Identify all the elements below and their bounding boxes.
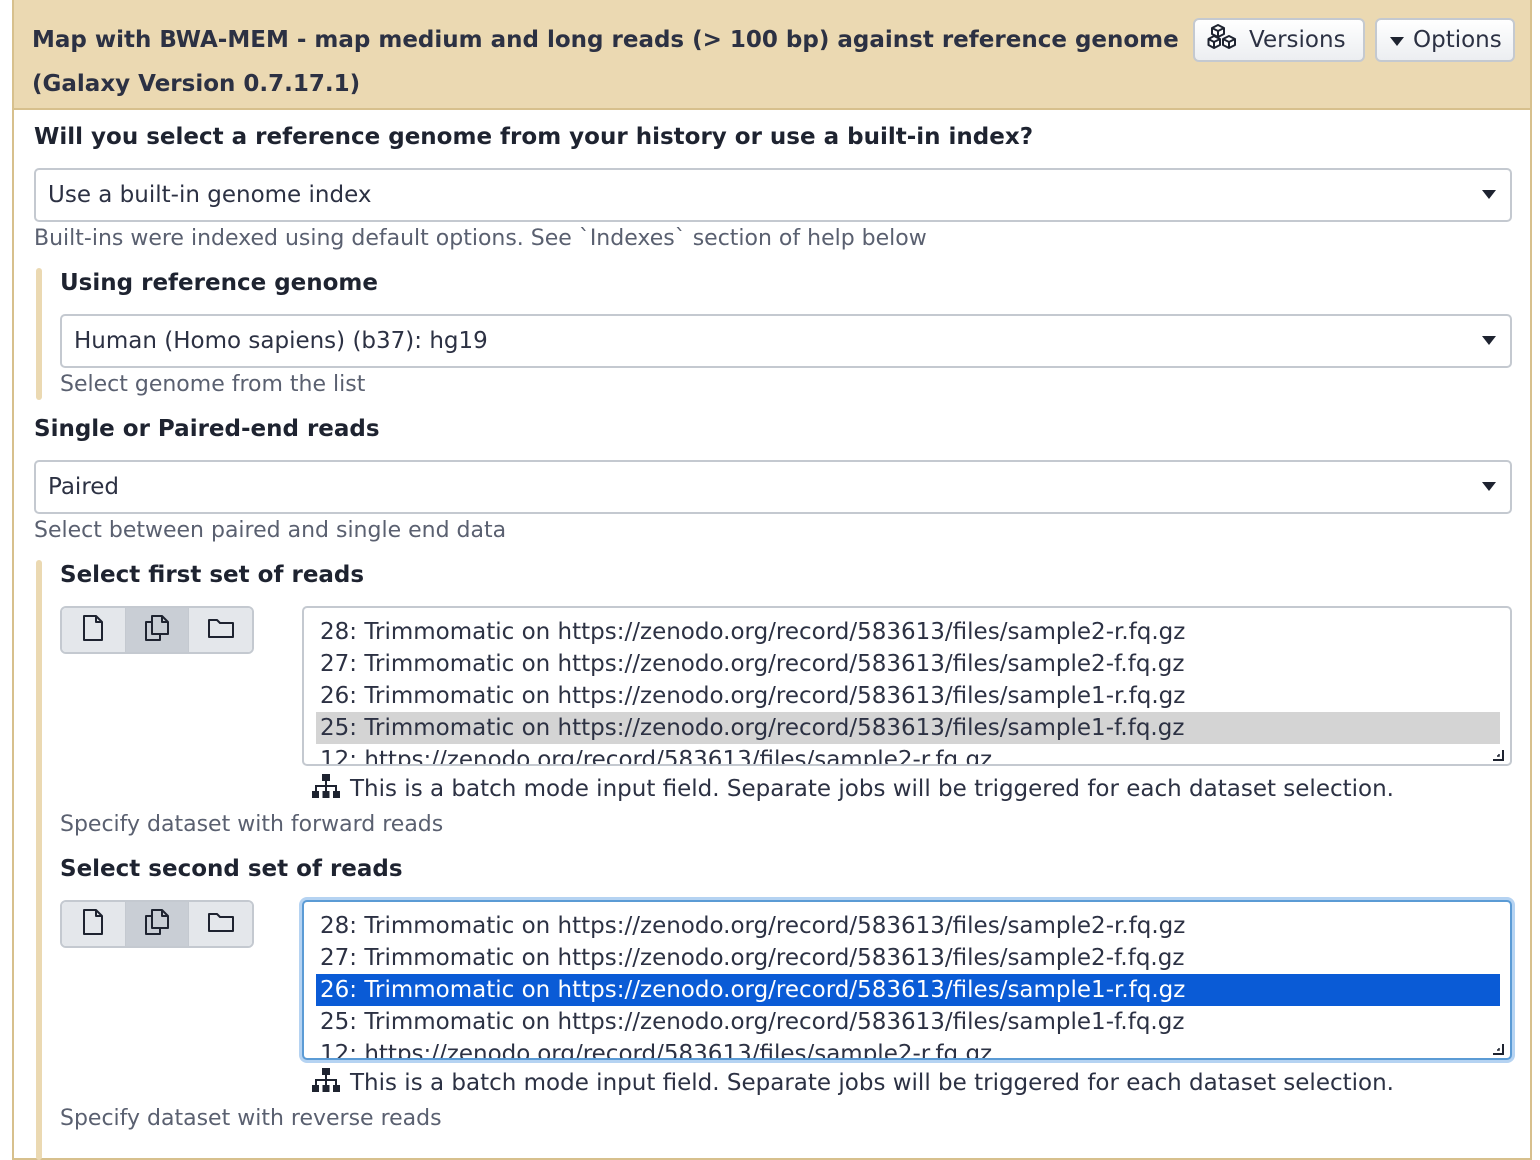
caret-down-icon <box>1482 336 1496 345</box>
list-option[interactable]: 28: Trimmomatic on https://zenodo.org/re… <box>316 616 1500 648</box>
batch-note-text: This is a batch mode input field. Separa… <box>350 776 1394 802</box>
read-type-label: Single or Paired-end reads <box>34 416 380 442</box>
list-option[interactable]: 26: Trimmomatic on https://zenodo.org/re… <box>316 680 1500 712</box>
read-type-help: Select between paired and single end dat… <box>34 518 507 543</box>
dataset-collection-button[interactable] <box>189 902 252 946</box>
files-icon <box>144 909 170 939</box>
files-icon <box>144 615 170 645</box>
list-option[interactable]: 25: Trimmomatic on https://zenodo.org/re… <box>316 1006 1500 1038</box>
list-option[interactable]: 27: Trimmomatic on https://zenodo.org/re… <box>316 942 1500 974</box>
reference-genome-select[interactable]: Human (Homo sapiens) (b37): hg19 <box>60 314 1512 368</box>
second-reads-batch-note: This is a batch mode input field. Separa… <box>312 1068 1394 1098</box>
dataset-collection-button[interactable] <box>189 608 252 652</box>
reference-genome-label: Using reference genome <box>60 270 379 296</box>
versions-label: Versions <box>1249 27 1346 53</box>
folder-icon <box>207 617 234 643</box>
second-reads-help: Specify dataset with reverse reads <box>60 1106 442 1131</box>
caret-down-icon <box>1482 190 1496 199</box>
section-indent-bar <box>36 268 42 400</box>
read-type-value: Paired <box>48 474 120 500</box>
batch-note-text: This is a batch mode input field. Separa… <box>350 1070 1394 1096</box>
first-reads-listbox[interactable]: 28: Trimmomatic on https://zenodo.org/re… <box>302 606 1512 766</box>
list-option[interactable]: 12: https://zenodo.org/record/583613/fil… <box>316 744 1500 764</box>
caret-down-icon <box>1389 27 1405 53</box>
list-option-selected[interactable]: 26: Trimmomatic on https://zenodo.org/re… <box>316 974 1500 1006</box>
list-option[interactable]: 28: Trimmomatic on https://zenodo.org/re… <box>316 910 1500 942</box>
reference-source-label: Will you select a reference genome from … <box>34 124 1034 150</box>
sitemap-icon <box>312 1068 340 1098</box>
section-indent-bar <box>36 560 42 1160</box>
reference-genome-help: Select genome from the list <box>60 372 366 397</box>
second-reads-listbox[interactable]: 28: Trimmomatic on https://zenodo.org/re… <box>302 900 1512 1060</box>
folder-icon <box>207 911 234 937</box>
reference-source-select[interactable]: Use a built-in genome index <box>34 168 1512 222</box>
tool-title: Map with BWA-MEM - map medium and long r… <box>32 27 1179 97</box>
multiple-datasets-button[interactable] <box>125 902 190 946</box>
second-reads-mode-group <box>60 900 254 948</box>
resize-handle-icon[interactable] <box>1492 746 1504 761</box>
sitemap-icon <box>312 774 340 804</box>
second-reads-label: Select second set of reads <box>60 856 403 882</box>
first-reads-mode-group <box>60 606 254 654</box>
resize-handle-icon[interactable] <box>1492 1040 1504 1055</box>
options-label: Options <box>1413 27 1502 53</box>
list-option-selected[interactable]: 25: Trimmomatic on https://zenodo.org/re… <box>316 712 1500 744</box>
tool-header: Map with BWA-MEM - map medium and long r… <box>14 0 1530 110</box>
reference-genome-value: Human (Homo sapiens) (b37): hg19 <box>74 328 488 354</box>
file-icon <box>82 909 104 939</box>
single-dataset-button[interactable] <box>62 902 126 946</box>
read-type-select[interactable]: Paired <box>34 460 1512 514</box>
first-reads-batch-note: This is a batch mode input field. Separa… <box>312 774 1394 804</box>
reference-source-value: Use a built-in genome index <box>48 182 372 208</box>
cubes-icon <box>1207 23 1241 57</box>
caret-down-icon <box>1482 482 1496 491</box>
single-dataset-button[interactable] <box>62 608 126 652</box>
reference-source-help: Built-ins were indexed using default opt… <box>34 226 927 251</box>
tool-form-panel: Map with BWA-MEM - map medium and long r… <box>12 0 1532 1160</box>
multiple-datasets-button[interactable] <box>125 608 190 652</box>
list-option[interactable]: 27: Trimmomatic on https://zenodo.org/re… <box>316 648 1500 680</box>
first-reads-label: Select first set of reads <box>60 562 365 588</box>
list-option[interactable]: 12: https://zenodo.org/record/583613/fil… <box>316 1038 1500 1058</box>
versions-button[interactable]: Versions <box>1193 18 1365 62</box>
options-button[interactable]: Options <box>1375 18 1515 62</box>
first-reads-help: Specify dataset with forward reads <box>60 812 444 837</box>
file-icon <box>82 615 104 645</box>
